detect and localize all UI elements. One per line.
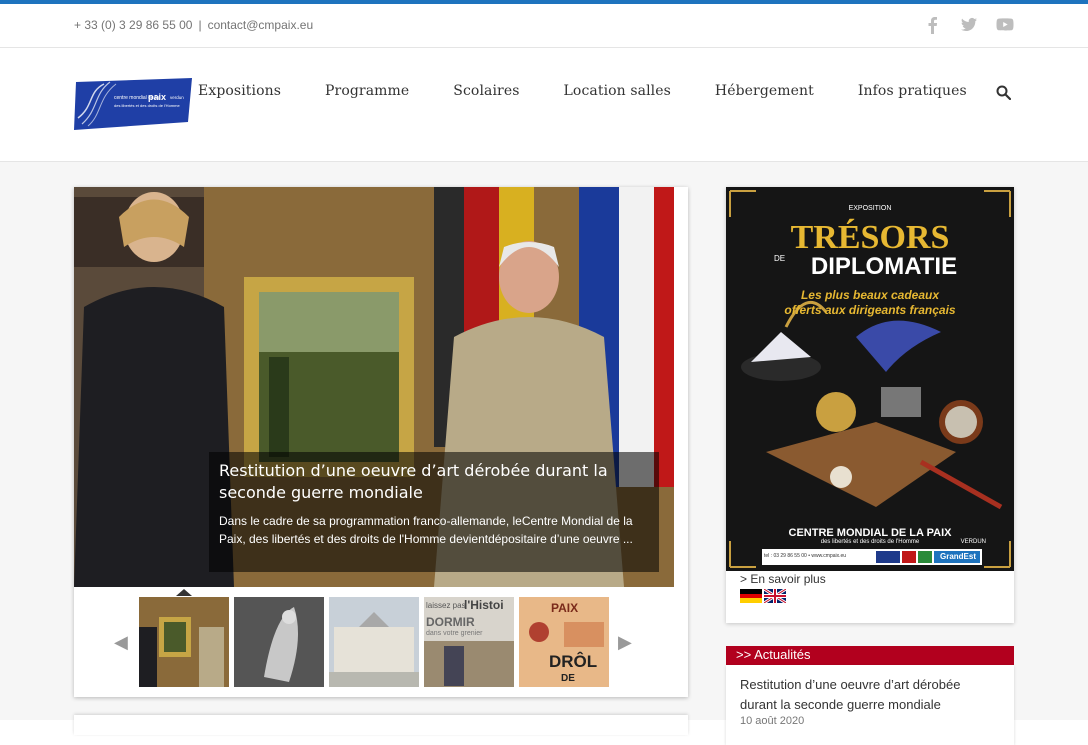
slide-excerpt: Dans le cadre de sa programmation franco… bbox=[219, 514, 633, 546]
thumb-2[interactable] bbox=[234, 597, 324, 687]
nav-infos-pratiques[interactable]: Infos pratiques bbox=[858, 83, 967, 99]
slide-caption: Restitution d’une oeuvre d’art dérobée d… bbox=[209, 452, 659, 572]
thumb-4-text-b: l'Histoi bbox=[464, 598, 504, 612]
top-bar: + 33 (0) 3 29 86 55 00 | contact@cmpaix.eu bbox=[0, 4, 1088, 48]
slide-image[interactable]: Restitution d’une oeuvre d’art dérobée d… bbox=[74, 187, 674, 587]
news-item-date: 10 août 2020 bbox=[740, 715, 805, 727]
main-nav: Expositions Programme Scolaires Location… bbox=[198, 83, 1011, 99]
news-item-title[interactable]: Restitution d’une oeuvre d’art dérobée d… bbox=[740, 675, 1000, 715]
thumb-5[interactable]: PAIX DRÔL DE bbox=[519, 597, 609, 687]
thumb-4-text-c: DORMIR bbox=[426, 615, 475, 629]
thumb-5-text-b: DRÔL bbox=[549, 652, 598, 671]
nav-programme[interactable]: Programme bbox=[325, 83, 409, 99]
thumb-5-text-c: DE bbox=[561, 673, 575, 684]
nav-location-salles[interactable]: Location salles bbox=[564, 83, 671, 99]
poster-subtitle-2: offerts aux dirigeants français bbox=[784, 303, 956, 317]
nav-hebergement[interactable]: Hébergement bbox=[715, 83, 814, 99]
facebook-icon[interactable] bbox=[924, 16, 942, 34]
poster-footer-city: VERDUN bbox=[960, 539, 986, 545]
youtube-icon[interactable] bbox=[996, 16, 1014, 34]
slide-title[interactable]: Restitution d’une oeuvre d’art dérobée d… bbox=[219, 460, 649, 504]
news-item: Restitution d’une oeuvre d’art dérobée d… bbox=[726, 665, 1014, 745]
contact-info: + 33 (0) 3 29 86 55 00 | contact@cmpaix.eu bbox=[74, 18, 313, 32]
en-savoir-plus-link[interactable]: > En savoir plus bbox=[740, 572, 826, 586]
exhibition-poster[interactable]: EXPOSITION TRÉSORS DE DIPLOMATIE Les plu… bbox=[726, 187, 1014, 571]
poster-contact: tel : 03 29 86 55 00 • www.cmpaix.eu bbox=[764, 553, 847, 559]
social-links bbox=[924, 16, 1014, 34]
nav-expositions[interactable]: Expositions bbox=[198, 83, 281, 99]
featured-slider: Restitution d’une oeuvre d’art dérobée d… bbox=[74, 187, 688, 697]
news-header-label[interactable]: >> Actualités bbox=[736, 647, 810, 662]
active-thumb-pointer bbox=[176, 589, 192, 596]
thumb-1[interactable] bbox=[139, 597, 229, 687]
main-content: Restitution d’une oeuvre d’art dérobée d… bbox=[0, 162, 1088, 745]
poster-subtitle-1: Les plus beaux cadeaux bbox=[800, 288, 940, 302]
thumb-4[interactable]: laissez pas l'Histoi DORMIR dans votre g… bbox=[424, 597, 514, 687]
site-logo[interactable]: centre mondial de la paix verdun des lib… bbox=[74, 78, 192, 130]
german-flag-icon[interactable] bbox=[740, 589, 762, 603]
poster-kicker: EXPOSITION bbox=[848, 205, 892, 212]
poster-footer-1: CENTRE MONDIAL DE LA PAIX bbox=[788, 527, 952, 539]
logo-brand: paix bbox=[148, 92, 166, 102]
site-header: centre mondial de la paix verdun des lib… bbox=[0, 48, 1088, 162]
exhibition-promo: EXPOSITION TRÉSORS DE DIPLOMATIE Les plu… bbox=[726, 187, 1014, 623]
phone-number: + 33 (0) 3 29 86 55 00 bbox=[74, 18, 193, 32]
logo-line2: des libertés et des droits de l'Homme bbox=[114, 103, 180, 108]
news-header: >> Actualités bbox=[726, 646, 1014, 673]
slider-next-arrow[interactable]: ▶ bbox=[618, 632, 632, 653]
poster-title-2: DIPLOMATIE bbox=[810, 253, 958, 280]
email-link[interactable]: contact@cmpaix.eu bbox=[208, 18, 314, 32]
poster-title-1: TRÉSORS bbox=[790, 219, 950, 256]
poster-sponsor: GrandEst bbox=[940, 552, 977, 561]
thumb-5-text-a: PAIX bbox=[551, 601, 579, 615]
twitter-icon[interactable] bbox=[960, 16, 978, 34]
thumb-4-text-d: dans votre grenier bbox=[426, 630, 483, 637]
thumb-4-text-a: laissez pas bbox=[426, 601, 466, 610]
slider-prev-arrow[interactable]: ◀ bbox=[114, 632, 128, 653]
nav-scolaires[interactable]: Scolaires bbox=[453, 83, 519, 99]
logo-city: verdun bbox=[170, 95, 184, 100]
next-section-card bbox=[74, 715, 688, 735]
language-flags bbox=[740, 589, 786, 603]
thumb-3[interactable] bbox=[329, 597, 419, 687]
slider-thumbnails: ◀ laissez pas l'Histoi DORMIR dans votre… bbox=[74, 587, 688, 697]
uk-flag-icon[interactable] bbox=[764, 589, 786, 603]
search-icon[interactable] bbox=[996, 85, 1011, 100]
contact-separator: | bbox=[198, 18, 202, 32]
